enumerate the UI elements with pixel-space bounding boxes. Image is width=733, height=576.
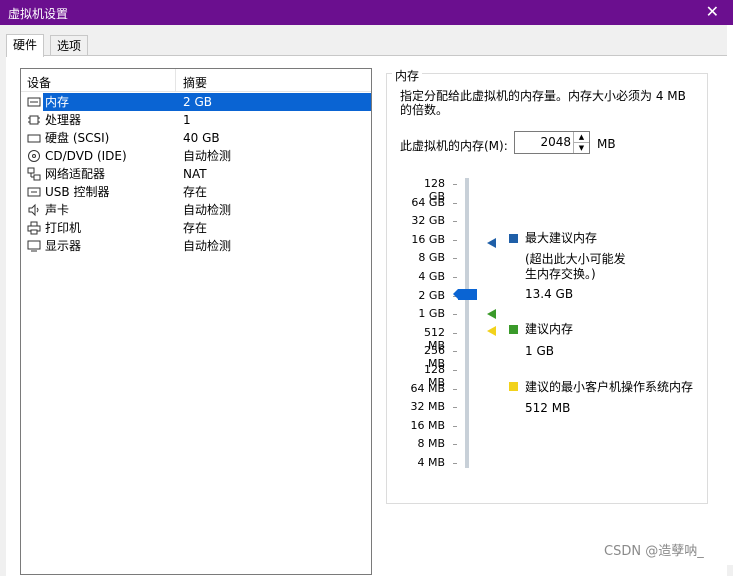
legend-recommended-title: 建议内存 [525,322,574,336]
scale-tick-mark [453,444,457,446]
min-guest-marker-icon [487,326,496,336]
device-summary: 40 GB [183,131,220,145]
display-icon [27,239,41,253]
device-row-printer[interactable]: 打印机 存在 [23,219,369,237]
scale-tick-mark [453,239,457,241]
memory-value[interactable]: 2048 [540,135,571,149]
device-list-header: 设备 摘要 [21,69,371,92]
tab-options[interactable]: 选项 [50,35,89,56]
scale-tick-mark [453,463,457,464]
scale-tick-mark [453,314,457,316]
scale-tick-mark [453,258,457,260]
device-row-disk[interactable]: 硬盘 (SCSI) 40 GB [23,129,369,147]
usb-icon [27,185,41,199]
watermark: CSDN @造孽呐_ [604,544,704,559]
device-summary: 存在 [183,185,208,199]
legend-max-note: (超出此大小可能发生内存交换。) [525,252,626,281]
device-name: 处理器 [45,113,82,127]
scale-tick-mark [453,332,457,334]
max-recommended-swatch [509,234,518,243]
max-recommended-marker-icon [487,238,496,248]
legend-min-value: 512 MB [525,401,571,415]
device-row-memory[interactable]: 内存 2 GB [23,93,371,111]
column-divider[interactable] [175,69,176,91]
legend-recommended-value: 1 GB [525,344,554,358]
device-summary: 1 [183,113,191,127]
printer-icon [27,221,41,235]
memory-slider-thumb[interactable] [453,289,477,300]
device-name: 网络适配器 [45,167,106,181]
cd-dvd-icon [27,149,41,163]
device-row-sound[interactable]: 声卡 自动检测 [23,201,369,219]
device-name: 打印机 [45,221,82,235]
stepper-down-icon[interactable]: ▼ [573,143,589,153]
device-name: 内存 [43,93,181,111]
device-row-network[interactable]: 网络适配器 NAT [23,165,369,183]
scale-tick-mark [453,407,457,409]
memory-unit: MB [597,137,616,151]
scale-tick-label: 4 MB [417,456,445,469]
device-name: CD/DVD (IDE) [45,149,127,163]
memory-group-title: 内存 [392,67,423,84]
scale-tick-mark [453,425,457,427]
recommended-swatch [509,325,518,334]
scale-tick-mark [453,221,457,223]
memory-description: 指定分配给此虚拟机的内存量。内存大小必须为 4 MB 的倍数。 [400,89,686,117]
device-name: 声卡 [45,203,70,217]
memory-icon [27,95,41,109]
stepper-up-icon[interactable]: ▲ [573,132,589,143]
scale-tick-label: 64 GB [411,195,445,209]
window-edge [727,25,733,565]
device-summary: NAT [183,167,207,181]
disk-icon [27,131,41,145]
title-bar: 虚拟机设置 ✕ [0,0,733,25]
legend-max-title: 最大建议内存 [525,231,598,245]
scale-tick-label: 64 MB [410,381,445,395]
device-row-processor[interactable]: 处理器 1 [23,111,369,129]
memory-slider-track[interactable] [465,178,469,468]
scale-tick-label: 32 GB [411,214,445,228]
device-summary: 2 GB [181,93,371,111]
sound-icon [27,203,41,217]
close-icon[interactable]: ✕ [706,2,719,21]
scale-tick-mark [453,370,457,371]
scale-tick-label: 8 GB [418,251,445,265]
device-list[interactable]: 设备 摘要 内存 2 GB 处理器 1 硬盘 (SCSI) 40 GB CD/D… [20,68,372,575]
network-icon [27,167,41,181]
processor-icon [27,113,41,127]
scale-tick-mark [453,351,457,353]
legend-max-value: 13.4 GB [525,287,574,301]
tab-hardware[interactable]: 硬件 [6,34,45,57]
device-name: 硬盘 (SCSI) [45,131,110,145]
device-name: 显示器 [45,239,82,253]
memory-field-label: 此虚拟机的内存(M): [400,139,508,153]
recommended-marker-icon [487,309,496,319]
device-row-usb[interactable]: USB 控制器 存在 [23,183,369,201]
device-row-display[interactable]: 显示器 自动检测 [23,237,369,255]
device-summary: 自动检测 [183,149,232,163]
scale-tick-label: 8 MB [417,437,445,451]
scale-tick-mark [453,388,457,390]
memory-stepper[interactable]: 2048 ▲ ▼ [514,131,590,154]
column-header-summary[interactable]: 摘要 [183,74,207,91]
scale-tick-label: 16 GB [411,232,445,246]
device-summary: 自动检测 [183,239,232,253]
device-summary: 自动检测 [183,203,232,217]
scale-tick-label: 4 GB [418,270,445,283]
legend-min-title: 建议的最小客户机操作系统内存 [525,380,694,394]
scale-tick-mark [453,202,457,204]
window-title: 虚拟机设置 [8,7,69,21]
device-summary: 存在 [183,221,208,235]
min-guest-swatch [509,382,518,391]
scale-tick-mark [453,184,457,185]
scale-tick-label: 16 MB [410,418,445,432]
scale-tick-label: 1 GB [418,307,445,321]
scale-tick-label: 32 MB [410,400,445,414]
device-name: USB 控制器 [45,185,110,199]
scale-tick-label: 2 GB [418,288,445,302]
device-row-cd-dvd[interactable]: CD/DVD (IDE) 自动检测 [23,147,369,165]
scale-tick-mark [453,277,457,278]
column-header-device[interactable]: 设备 [27,74,51,91]
